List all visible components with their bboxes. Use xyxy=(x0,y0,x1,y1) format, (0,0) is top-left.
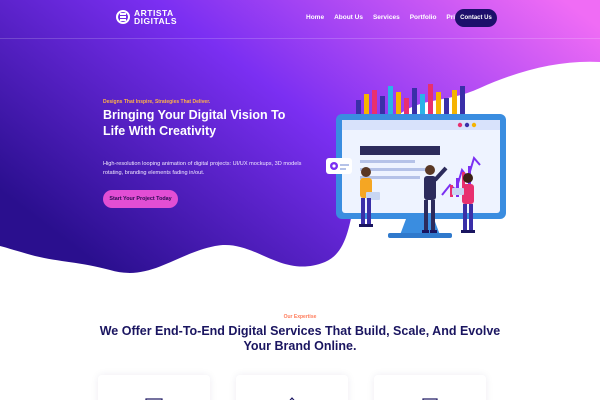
service-card[interactable] xyxy=(98,375,210,400)
service-card-icon xyxy=(145,398,163,400)
nav-services[interactable]: Services xyxy=(373,14,400,21)
logo-icon xyxy=(116,10,130,24)
page: ARTISTA DIGITALS Home About Us Services … xyxy=(0,0,600,400)
service-card-icon xyxy=(289,397,295,400)
brand-line-2: DIGITALS xyxy=(134,16,178,26)
nav-home[interactable]: Home xyxy=(306,14,324,21)
main-nav: Home About Us Services Portfolio Pricing xyxy=(306,14,468,21)
contact-us-button[interactable]: Contact Us xyxy=(455,9,497,27)
site-header: ARTISTA DIGITALS Home About Us Services … xyxy=(0,0,600,38)
hero-illustration xyxy=(326,84,506,238)
hero-description: High-resolution looping animation of dig… xyxy=(103,161,302,176)
service-card[interactable] xyxy=(374,375,486,400)
start-project-button[interactable]: Start Your Project Today xyxy=(103,190,178,208)
bar-chart-graphic xyxy=(356,84,465,114)
hero-title: Bringing Your Digital Vision To Life Wit… xyxy=(103,108,286,138)
service-card-icon xyxy=(422,398,438,400)
brand-name: ARTISTA DIGITALS xyxy=(134,9,178,26)
service-card[interactable] xyxy=(236,375,348,400)
brand-logo[interactable]: ARTISTA DIGITALS xyxy=(116,9,177,25)
header-divider xyxy=(0,38,600,39)
expertise-title: We Offer End-To-End Digital Services Tha… xyxy=(99,324,501,353)
gear-badge-icon xyxy=(326,158,352,174)
hero-eyebrow: Designs That Inspire, Strategies That De… xyxy=(103,99,211,105)
nav-portfolio[interactable]: Portfolio xyxy=(410,14,437,21)
nav-about-us[interactable]: About Us xyxy=(334,14,363,21)
expertise-label: Our Expertise xyxy=(283,314,317,320)
